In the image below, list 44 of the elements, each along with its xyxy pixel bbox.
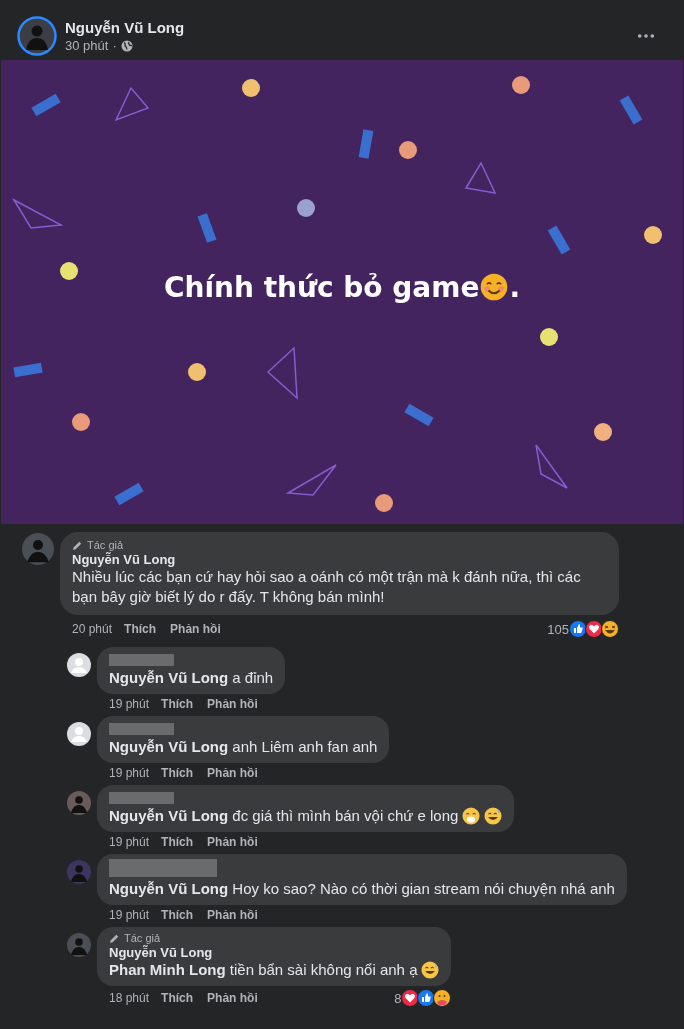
- comment-text: Nguyễn Vũ Long a đỉnh: [109, 668, 274, 688]
- comment-text: Nguyễn Vũ Long đc giá thì mình bán vội chứ e long: [109, 806, 459, 826]
- like-link[interactable]: Thích: [161, 991, 194, 1005]
- avatar[interactable]: [67, 791, 91, 815]
- default-avatar[interactable]: [67, 653, 91, 677]
- default-avatar[interactable]: [67, 722, 91, 746]
- like-link[interactable]: Thích: [161, 766, 194, 780]
- comment-time[interactable]: 19 phút: [109, 697, 150, 711]
- author-label: Tác giả: [87, 539, 124, 551]
- more-options-icon[interactable]: [637, 33, 655, 39]
- reply-link[interactable]: Phản hồi: [207, 908, 258, 922]
- comment-text: Nguyễn Vũ Long Hoy ko sao? Nào có thời gian stream nói chuyện nhá anh: [109, 879, 615, 899]
- like-link[interactable]: Thích: [124, 622, 157, 636]
- like-link[interactable]: Thích: [161, 908, 194, 922]
- comment-time[interactable]: 20 phút: [72, 622, 113, 636]
- reply-link[interactable]: Phản hồi: [170, 622, 221, 636]
- commenter-name[interactable]: Nguyễn Vũ Long: [72, 552, 607, 567]
- headline-period: .: [509, 270, 521, 304]
- reply-link[interactable]: Phản hồi: [207, 697, 258, 711]
- pencil-icon: [109, 932, 120, 944]
- globe-icon: [120, 39, 133, 52]
- avatar[interactable]: [17, 16, 57, 56]
- reply-link[interactable]: Phản hồi: [207, 991, 258, 1005]
- smiley-icon: [480, 273, 509, 301]
- author-name[interactable]: Nguyễn Vũ Long: [65, 19, 185, 36]
- post-time[interactable]: 30 phút: [65, 38, 109, 53]
- headline: Chính thức bỏ game: [163, 270, 480, 304]
- comment-text: Nguyễn Vũ Long anh Liêm anh fan anh: [109, 737, 378, 757]
- comment-time[interactable]: 18 phút: [109, 991, 150, 1005]
- author-label: Tác giả: [124, 932, 161, 944]
- comment-text: Phan Minh Long tiền bẩn sài không nổi anh ạ: [109, 960, 418, 980]
- comment-time[interactable]: 19 phút: [109, 766, 150, 780]
- like-link[interactable]: Thích: [161, 697, 194, 711]
- reaction-count[interactable]: 105: [547, 621, 569, 637]
- like-link[interactable]: Thích: [161, 835, 194, 849]
- comment-text: Nhiều lúc các bạn cứ hay hỏi sao a oánh có một trận mà k đánh nữa, thì các bạn bây giờ biết lý do r đấy. T không bán mình!: [72, 567, 582, 607]
- comment-time[interactable]: 19 phút: [109, 908, 150, 922]
- separator: ·: [112, 38, 117, 53]
- reaction-count[interactable]: 8: [394, 990, 402, 1006]
- pencil-icon: [72, 539, 83, 551]
- reply-link[interactable]: Phản hồi: [207, 766, 258, 780]
- comment-time[interactable]: 19 phút: [109, 835, 150, 849]
- reply-link[interactable]: Phản hồi: [207, 835, 258, 849]
- commenter-name[interactable]: Nguyễn Vũ Long: [109, 945, 440, 960]
